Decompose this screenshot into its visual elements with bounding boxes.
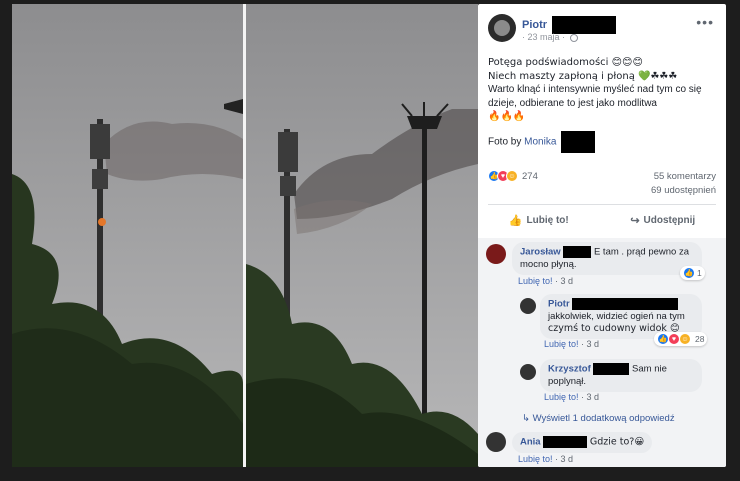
comment-like-link[interactable]: Lubię to! <box>518 454 553 464</box>
photo-collage <box>12 4 478 467</box>
post-date[interactable]: 23 maja <box>528 32 560 42</box>
reaction-summary[interactable]: 👍 ♥ ☺ 274 <box>488 170 538 182</box>
comments-count[interactable]: 55 komentarzy <box>651 170 716 184</box>
divider <box>488 204 716 205</box>
comment-text: poplynął. <box>548 375 587 387</box>
author-name[interactable]: Piotr <box>522 19 547 31</box>
comment-meta: Lubię to! · 3 d <box>518 276 574 286</box>
shares-count[interactable]: 69 udostępnień <box>651 184 716 198</box>
comment-meta: Lubię to! · 3 d <box>518 454 574 464</box>
like-button[interactable]: 👍 Lubię to! <box>509 209 569 231</box>
author-avatar[interactable] <box>488 14 516 42</box>
avatar[interactable] <box>486 244 506 264</box>
comments-section: Jarosław E tam . prąd pewno za mocno pły… <box>478 238 726 467</box>
more-options-button[interactable]: ••• <box>696 14 714 30</box>
post-text-line: Niech maszty zapłoną i płoną 💚☘☘☘ <box>488 70 678 82</box>
comment-bubble: Jarosław E tam . prąd pewno za mocno pły… <box>512 242 702 275</box>
post-header: Piotr · 23 maja · ••• <box>478 4 726 50</box>
comment-text: Gdzie to?😀 <box>589 436 645 448</box>
redaction-box <box>593 363 630 375</box>
share-button-label: Udostępnij <box>643 214 696 226</box>
comment-meta: Lubię to! · 3 d <box>544 392 600 402</box>
comment-reactions[interactable]: 👍 ♥ ☺ 28 <box>654 332 708 346</box>
comment-reaction-count: 1 <box>697 268 702 278</box>
comment-reactions[interactable]: 👍 1 <box>680 266 705 280</box>
post-panel: Piotr · 23 maja · ••• Potęga podświadomo… <box>478 4 726 467</box>
avatar[interactable] <box>520 298 536 314</box>
redaction-box <box>572 298 679 310</box>
comment-like-link[interactable]: Lubię to! <box>544 392 579 402</box>
photo-credit: Foto by Monika <box>488 131 596 153</box>
photo-credit-label: Foto by <box>488 136 522 148</box>
comment-meta: Lubię to! · 3 d <box>544 339 600 349</box>
redaction-box <box>563 246 592 258</box>
viewer: Piotr · 23 maja · ••• Potęga podświadomo… <box>0 0 740 481</box>
comment-text: mocno płyną. <box>520 258 577 270</box>
post-text: Potęga podświadomości 😊😊😊 Niech maszty z… <box>488 56 720 124</box>
haha-reaction-icon: ☺ <box>506 170 518 182</box>
comment-age[interactable]: 3 d <box>561 454 574 464</box>
globe-icon <box>569 33 578 42</box>
reply-bubble: Krzysztof Sam nie poplynął. <box>540 359 702 392</box>
comment-age[interactable]: 3 d <box>587 392 600 402</box>
post-text-line: 🔥🔥🔥 <box>488 111 526 122</box>
post-photo[interactable] <box>12 4 478 467</box>
redaction-box <box>543 436 588 448</box>
comment-like-link[interactable]: Lubię to! <box>518 276 553 286</box>
share-button[interactable]: ↪ Udostępnij <box>630 209 695 231</box>
post-text-line: Warto klnąć i intensywnie myśleć nad tym… <box>488 84 702 95</box>
post-text-line: Potęga podświadomości 😊😊😊 <box>488 57 643 68</box>
reaction-count[interactable]: 274 <box>522 171 538 182</box>
view-more-replies-link[interactable]: ↳ Wyświetl 1 dodatkową odpowiedź <box>522 413 675 424</box>
comment-text: jakkolwiek, widzieć ogień na tym <box>548 310 685 322</box>
comment-bubble: Ania Gdzie to?😀 <box>512 432 653 453</box>
view-more-replies-label: Wyświetl 1 dodatkową odpowiedź <box>532 413 675 424</box>
like-icon: 👍 <box>508 214 523 227</box>
avatar[interactable] <box>486 432 506 452</box>
photo-credit-name[interactable]: Monika <box>524 137 556 148</box>
engagement-counts: 55 komentarzy 69 udostępnień <box>651 170 716 198</box>
reply-arrow-icon: ↳ <box>522 413 530 424</box>
avatar[interactable] <box>520 364 536 380</box>
comment-author[interactable]: Piotr <box>548 299 570 310</box>
share-icon: ↪ <box>630 214 640 227</box>
post-text-line: dzieje, odbierane to jest jako modlitwa <box>488 97 657 109</box>
comment-reaction-count: 28 <box>695 334 705 344</box>
comment-like-link[interactable]: Lubię to! <box>544 339 579 349</box>
comment-text: E tam . prąd pewno za <box>593 246 690 258</box>
like-button-label: Lubię to! <box>526 214 569 226</box>
comment-age[interactable]: 3 d <box>561 276 574 286</box>
comment-age[interactable]: 3 d <box>587 339 600 349</box>
redaction-box <box>561 131 596 153</box>
comment-text: Sam nie <box>632 363 667 375</box>
post-actions: 👍 Lubię to! ↪ Udostępnij <box>478 209 726 231</box>
like-reaction-icon: 👍 <box>683 267 695 279</box>
comment-author[interactable]: Krzysztof <box>548 364 591 375</box>
comment-author[interactable]: Ania <box>520 437 541 448</box>
comment-author[interactable]: Jarosław <box>520 247 561 258</box>
haha-reaction-icon: ☺ <box>679 333 691 345</box>
post-meta: · 23 maja · <box>522 32 578 42</box>
